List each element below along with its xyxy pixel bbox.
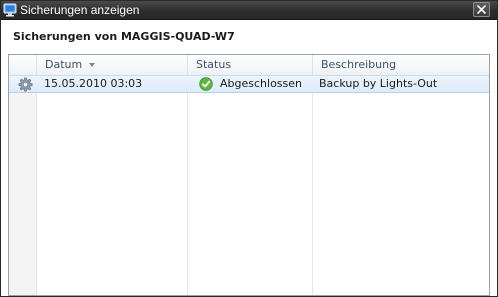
table-header: Datum Status Beschreibung	[9, 55, 489, 76]
column-divider	[187, 75, 188, 295]
column-header-datum[interactable]: Datum	[36, 55, 187, 75]
table-row[interactable]: 15.05.2010 03:03 Abgeschlossen Backup by…	[9, 75, 489, 93]
checkmark-icon	[199, 77, 213, 91]
cell-beschreibung: Backup by Lights-Out	[319, 77, 438, 90]
backups-table: Datum Status Beschreibung 15.05.2010 03:…	[8, 54, 490, 296]
window-title: Sicherungen anzeigen	[20, 3, 140, 17]
column-header-label: Status	[196, 58, 232, 71]
close-icon	[477, 5, 486, 14]
sort-descending-icon	[89, 63, 96, 67]
gear-icon	[18, 77, 33, 92]
column-header-label: Beschreibung	[321, 58, 397, 71]
page-heading: Sicherungen von MAGGIS-QUAD-W7	[13, 30, 235, 43]
cell-status: Abgeschlossen	[220, 77, 302, 90]
title-bar[interactable]: Sicherungen anzeigen	[1, 1, 497, 20]
column-divider	[312, 75, 313, 295]
column-header-label: Datum	[45, 58, 83, 71]
cell-datum: 15.05.2010 03:03	[44, 77, 143, 90]
column-header-beschreibung[interactable]: Beschreibung	[312, 55, 489, 75]
backup-window: Sicherungen anzeigen Sicherungen von MAG…	[0, 0, 498, 297]
close-button[interactable]	[473, 2, 490, 17]
computer-icon	[3, 3, 17, 17]
column-header-status[interactable]: Status	[187, 55, 312, 75]
